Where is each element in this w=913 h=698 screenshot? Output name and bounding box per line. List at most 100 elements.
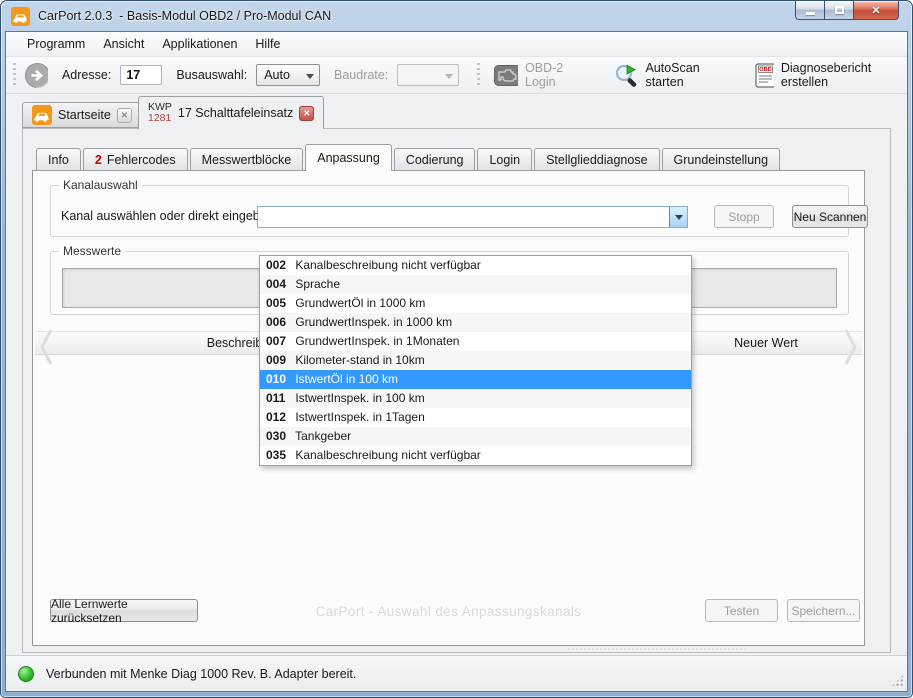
- subtab-label: Codierung: [406, 153, 464, 167]
- dropdown-item-002[interactable]: 002 Kanalbeschreibung nicht verfügbar: [260, 256, 691, 275]
- scroll-left-icon[interactable]: [38, 327, 54, 367]
- tab-close-icon[interactable]: [117, 108, 132, 123]
- toolbar-grip: [13, 63, 16, 87]
- obd-login-label: OBD-2 Login: [525, 61, 589, 89]
- test-button: Testen: [705, 599, 778, 622]
- dropdown-item-label: GrundwertInspek. in 1000 km: [292, 315, 452, 329]
- subtab-anpassung[interactable]: Anpassung: [305, 144, 392, 171]
- group-title: Messwerte: [59, 244, 125, 258]
- subtab-grundeinstellung[interactable]: Grundeinstellung: [662, 148, 781, 171]
- resize-grip[interactable]: [891, 674, 904, 687]
- maximize-button[interactable]: [825, 1, 853, 20]
- menu-item-programm[interactable]: Programm: [18, 32, 94, 56]
- autoscan-label: AutoScan starten: [645, 61, 731, 89]
- dropdown-item-code: 007: [266, 332, 292, 351]
- protocol-badge: KWP 1281: [148, 102, 172, 124]
- menubar: ProgrammAnsichtApplikationenHilfe: [6, 32, 907, 57]
- dropdown-item-009[interactable]: 009 Kilometer-stand in 10km: [260, 351, 691, 370]
- dropdown-item-007[interactable]: 007 GrundwertInspek. in 1Monaten: [260, 332, 691, 351]
- dropdown-item-012[interactable]: 012 IstwertInspek. in 1Tagen: [260, 408, 691, 427]
- dropdown-item-label: Tankgeber: [292, 429, 351, 443]
- dropdown-item-code: 005: [266, 294, 292, 313]
- toolbar: Adresse: Busauswahl: Auto Baudrate:: [6, 57, 907, 94]
- menu-item-hilfe[interactable]: Hilfe: [246, 32, 289, 56]
- baud-label: Baudrate:: [334, 68, 388, 82]
- dropdown-item-label: Sprache: [292, 277, 340, 291]
- dropdown-item-label: Kanalbeschreibung nicht verfügbar: [292, 448, 481, 462]
- subtab-messwertblocke[interactable]: Messwertblöcke: [190, 148, 304, 171]
- close-icon: [871, 1, 880, 19]
- address-label: Adresse:: [62, 68, 111, 82]
- subtab-label: Grundeinstellung: [674, 153, 769, 167]
- obd-document-icon: OBD: [755, 63, 774, 88]
- chevron-down-icon: [445, 74, 453, 83]
- faint-dashes: [568, 648, 746, 650]
- tab-label: 17 Schalttafeleinsatz: [178, 106, 293, 120]
- tab-session[interactable]: KWP 1281 17 Schalttafeleinsatz: [138, 96, 324, 129]
- dropdown-item-label: IstwertInspek. in 100 km: [292, 391, 425, 405]
- subtab-label: Stellglieddiagnose: [546, 153, 647, 167]
- tab-startseite[interactable]: Startseite: [22, 102, 142, 128]
- dropdown-item-code: 006: [266, 313, 292, 332]
- dropdown-item-035[interactable]: 035 Kanalbeschreibung nicht verfügbar: [260, 446, 691, 465]
- status-text: Verbunden mit Menke Diag 1000 Rev. B. Ad…: [46, 667, 356, 681]
- toolbar-grip: [477, 63, 480, 87]
- dropdown-item-004[interactable]: 004 Sprache: [260, 275, 691, 294]
- reset-learned-values-button[interactable]: Alle Lernwerte zurücksetzen: [50, 599, 198, 622]
- group-title: Kanalauswahl: [59, 178, 142, 192]
- protocol-code: 1281: [148, 113, 172, 124]
- dropdown-item-006[interactable]: 006 GrundwertInspek. in 1000 km: [260, 313, 691, 332]
- subtab-bar: Info2Fehlercodes Messwertblöcke Anpassung C…: [36, 144, 782, 171]
- subtab-codierung[interactable]: Codierung: [394, 148, 476, 171]
- arrow-circle-icon[interactable]: [24, 62, 48, 89]
- car-icon: [32, 105, 52, 125]
- dropdown-item-010[interactable]: 010 IstwertÖl in 100 km: [260, 370, 691, 389]
- engine-icon: [494, 65, 518, 86]
- menu-item-applikationen[interactable]: Applikationen: [153, 32, 246, 56]
- statusbar: Verbunden mit Menke Diag 1000 Rev. B. Ad…: [6, 655, 907, 691]
- close-button[interactable]: [853, 1, 899, 20]
- subtab-label: Fehlercodes: [107, 153, 176, 167]
- channel-dropdown-list: 002 Kanalbeschreibung nicht verfügbar004…: [259, 255, 692, 466]
- subtab-login[interactable]: Login: [477, 148, 532, 171]
- dropdown-item-011[interactable]: 011 IstwertInspek. in 100 km: [260, 389, 691, 408]
- bus-label: Busauswahl:: [176, 68, 247, 82]
- carport-window: CarPort 2.0.3 - Basis-Modul OBD2 / Pro-M…: [0, 0, 913, 698]
- address-input[interactable]: [120, 65, 162, 85]
- dropdown-item-code: 004: [266, 275, 292, 294]
- rescan-button[interactable]: Neu Scannen: [792, 205, 868, 228]
- dropdown-item-code: 035: [266, 446, 292, 465]
- scroll-right-icon[interactable]: [843, 327, 859, 367]
- table-col-new-value: Neuer Wert: [696, 332, 836, 355]
- dropdown-item-code: 012: [266, 408, 292, 427]
- minimize-button[interactable]: [795, 1, 825, 20]
- report-label: Diagnosebericht erstellen: [781, 61, 907, 89]
- titlebar[interactable]: CarPort 2.0.3 - Basis-Modul OBD2 / Pro-M…: [1, 1, 912, 31]
- subtab-stellglieddiagnose[interactable]: Stellglieddiagnose: [534, 148, 659, 171]
- chevron-down-icon: [306, 74, 314, 83]
- minimize-icon: [806, 12, 815, 15]
- bus-select-value: Auto: [264, 68, 290, 82]
- channel-groupbox: Kanalauswahl Kanal auswählen oder direkt…: [50, 185, 849, 237]
- green-led-icon: [18, 666, 34, 682]
- channel-combobox[interactable]: [257, 206, 688, 228]
- combo-dropdown-button[interactable]: [669, 207, 687, 227]
- tab-close-icon[interactable]: [299, 106, 314, 121]
- window-controls: [795, 1, 899, 20]
- dropdown-item-label: Kilometer-stand in 10km: [292, 353, 425, 367]
- subtab-label: Messwertblöcke: [202, 153, 292, 167]
- subtab-fehlercodes[interactable]: 2Fehlercodes: [83, 148, 188, 171]
- autoscan-button[interactable]: AutoScan starten: [613, 61, 731, 89]
- dropdown-item-label: GrundwertÖl in 1000 km: [292, 296, 425, 310]
- bus-select[interactable]: Auto: [256, 64, 320, 86]
- car-icon: [11, 7, 30, 26]
- dropdown-item-label: GrundwertInspek. in 1Monaten: [292, 334, 459, 348]
- dropdown-item-030[interactable]: 030 Tankgeber: [260, 427, 691, 446]
- dropdown-item-005[interactable]: 005 GrundwertÖl in 1000 km: [260, 294, 691, 313]
- maximize-icon: [835, 6, 844, 14]
- subtab-info[interactable]: Info: [36, 148, 81, 171]
- dropdown-item-label: Kanalbeschreibung nicht verfügbar: [292, 258, 481, 272]
- channel-combo-input[interactable]: [258, 207, 669, 227]
- menu-item-ansicht[interactable]: Ansicht: [94, 32, 153, 56]
- report-button[interactable]: OBD Diagnosebericht erstellen: [755, 61, 907, 89]
